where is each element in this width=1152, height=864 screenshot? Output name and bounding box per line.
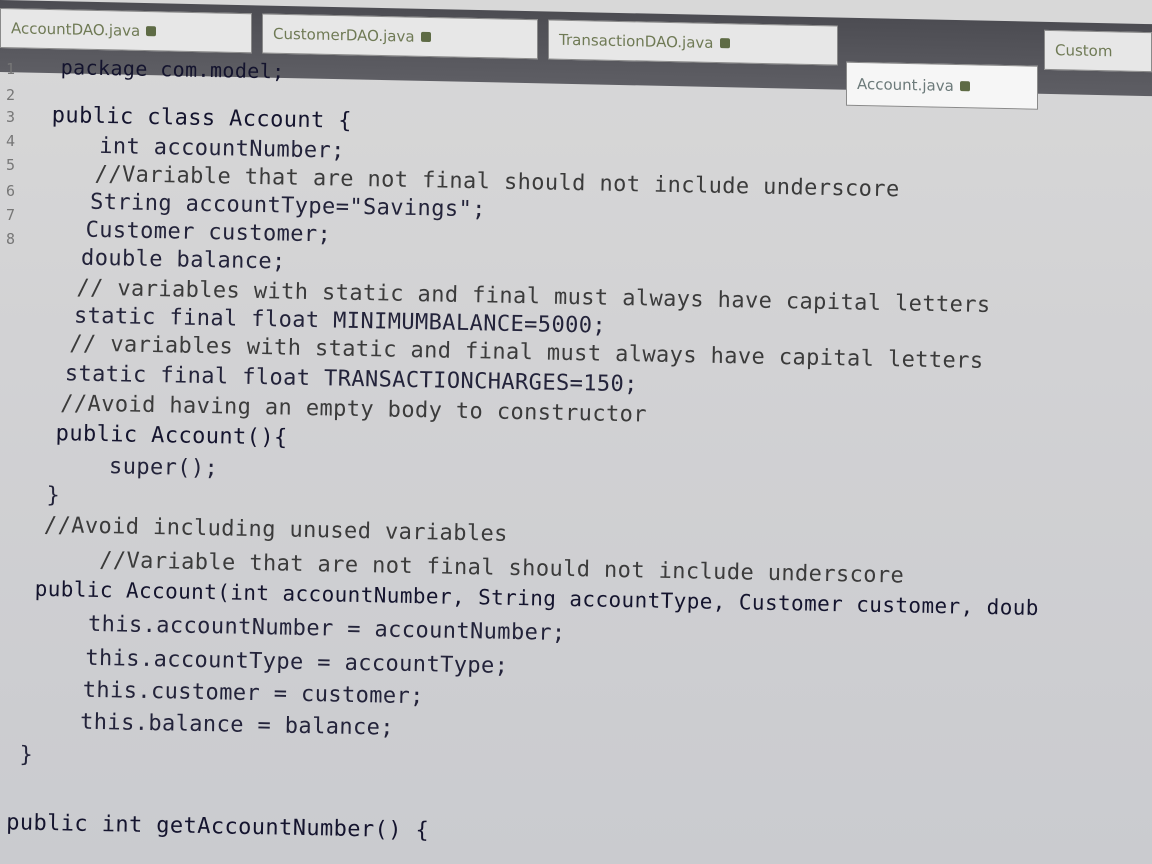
code-line[interactable]: //Avoid including unused variables xyxy=(44,513,508,547)
editor-screen: AccountDAO.java CustomerDAO.java Transac… xyxy=(0,0,1152,864)
code-line[interactable]: Customer customer; xyxy=(85,218,331,248)
code-line[interactable]: double balance; xyxy=(81,246,286,275)
code-line[interactable]: public int getAccountNumber() { xyxy=(6,810,429,843)
code-editor[interactable]: package com.model; public class Account … xyxy=(0,0,1152,864)
code-line[interactable]: int accountNumber; xyxy=(99,134,345,164)
code-line[interactable]: package com.model; xyxy=(60,55,284,83)
code-line[interactable]: this.accountNumber = accountNumber; xyxy=(88,612,566,646)
code-line[interactable]: } xyxy=(46,483,60,508)
code-line[interactable]: String accountType="Savings"; xyxy=(90,190,486,223)
code-line[interactable]: public class Account { xyxy=(52,103,353,134)
code-line[interactable]: this.accountType = accountType; xyxy=(85,646,508,679)
code-line[interactable]: } xyxy=(19,743,33,768)
code-line[interactable]: this.customer = customer; xyxy=(83,678,425,710)
code-line[interactable]: super(); xyxy=(109,454,219,481)
code-line[interactable]: this.balance = balance; xyxy=(80,710,394,741)
code-line[interactable]: static final float TRANSACTIONCHARGES=15… xyxy=(65,361,638,397)
code-line[interactable]: public Account(){ xyxy=(55,421,287,450)
